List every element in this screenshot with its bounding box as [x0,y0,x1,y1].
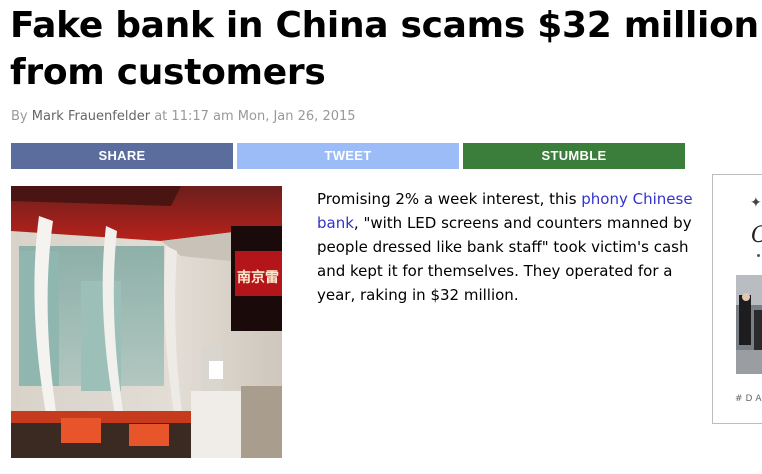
byline-date: Mon, Jan 26, 2015 [237,109,356,124]
ad-logo-dot [757,254,760,257]
bank-counter-photo: 南京雷 [11,186,282,458]
stumble-button[interactable]: STUMBLE [463,143,685,169]
share-button[interactable]: SHARE [11,143,233,169]
article-headline: Fake bank in China scams $32 million fro… [10,5,759,93]
article-photo[interactable]: 南京雷 [11,186,282,458]
crest-icon: ✦ [750,195,762,211]
ad-box[interactable]: ✦ C #DA [712,174,762,424]
byline-at: at [154,109,168,124]
ad-photo [736,275,762,374]
street-photo-icon [736,275,762,374]
byline-prefix: By [11,109,28,124]
ad-hashtag: #DA [735,394,762,404]
byline-time: 11:17 am [171,109,234,124]
body-text-part2: , "with LED screens and counters manned … [317,214,692,304]
ad-logo: C [751,223,762,248]
tweet-button[interactable]: TWEET [237,143,459,169]
bank-sign-text: 南京雷 [237,269,279,286]
author-link[interactable]: Mark Frauenfelder [32,109,150,124]
byline: By Mark Frauenfelder at 11:17 am Mon, Ja… [11,109,356,124]
article-body: Promising 2% a week interest, this phony… [317,187,697,307]
body-text-part1: Promising 2% a week interest, this [317,190,582,208]
